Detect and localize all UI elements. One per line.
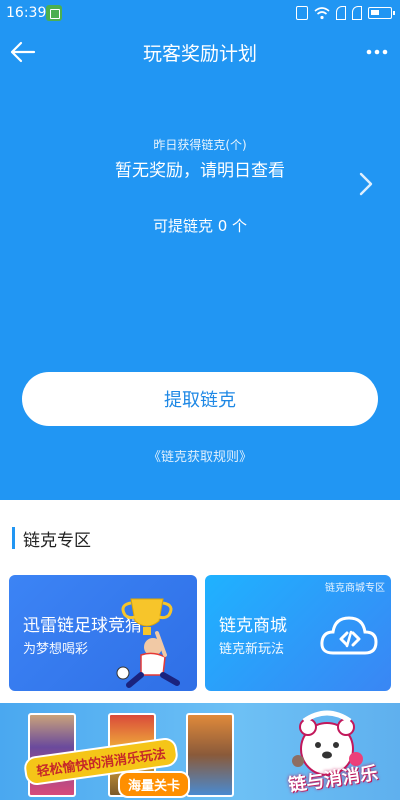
page-title: 玩客奖励计划 [142, 43, 257, 65]
status-time: 16:39 [6, 5, 47, 21]
yesterday-value: 暂无奖励，请明日查看 [115, 161, 285, 181]
link-store-card[interactable]: 链克商城专区 链克商城 链克新玩法 [205, 575, 391, 691]
game-screenshot [186, 713, 234, 797]
card-title: 链克商城 [219, 616, 287, 636]
screenshot-notification-icon [46, 5, 62, 21]
football-guess-card[interactable]: 迅雷链足球竞猜 为梦想喝彩 [9, 575, 197, 691]
status-bar: 16:39 [0, 0, 400, 28]
status-icons [296, 5, 395, 21]
banner-tagline: 海量关卡 [118, 771, 191, 798]
game-ad-banner[interactable]: 轻松愉快的消消乐玩法 海量关卡 链与消消乐 [0, 703, 400, 800]
available-count: 可提链克 0 个 [152, 217, 248, 235]
card-tag: 链克商城专区 [325, 583, 385, 594]
football-trophy-icon [116, 598, 180, 688]
more-icon[interactable] [362, 38, 392, 66]
withdraw-button[interactable]: 提取链克 [22, 372, 378, 426]
rewards-hero: 玩客奖励计划 昨日获得链克(个) 暂无奖励，请明日查看 可提链克 0 个 提取链… [0, 28, 400, 500]
rules-link[interactable]: 《链克获取规则》 [0, 446, 400, 465]
card-subtitle: 链克新玩法 [219, 642, 285, 657]
battery-icon [368, 7, 395, 19]
cloud-link-icon [320, 616, 378, 655]
nav-bar: 玩客奖励计划 [0, 28, 400, 76]
signal-icon [336, 6, 346, 20]
signal-icon-2 [352, 6, 362, 20]
section-accent-bar [12, 527, 15, 549]
vibrate-icon [296, 6, 308, 20]
wifi-icon [314, 7, 330, 20]
chevron-right-icon[interactable] [356, 170, 376, 198]
card-subtitle: 为梦想喝彩 [23, 642, 89, 657]
zone-title: 链克专区 [23, 530, 91, 551]
yesterday-label: 昨日获得链克(个) [153, 138, 247, 152]
zone-header: 链克专区 [12, 524, 91, 552]
